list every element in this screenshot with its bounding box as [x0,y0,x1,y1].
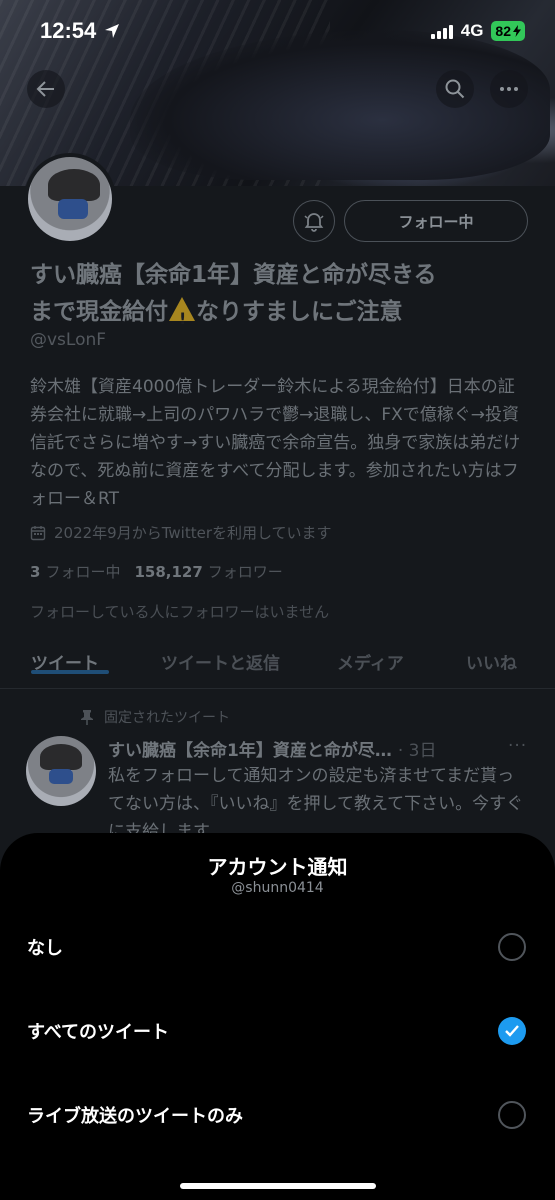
option-all-tweets[interactable]: すべてのツイート [0,1001,555,1061]
tweet-author[interactable]: すい臓癌【余命1年】資産と命が尽… [108,736,392,761]
signal-icon [430,23,453,39]
profile-tabs: ツイート ツイートと返信 メディア いいね [0,643,555,689]
screen: 12:54 4G 82 フォロー中 すい臓癌【余命1年】資産と命が尽きる まで現… [0,0,555,1200]
profile-handle: @vsLonF [30,330,107,350]
following-count: 3 [30,563,41,581]
tab-replies-label: ツイートと返信 [161,654,280,674]
warning-icon [169,297,195,337]
tweet-more-icon[interactable]: ··· [508,736,527,756]
joined-text: 2022年9月からTwitterを利用しています [54,524,332,542]
profile-name-line1: すい臓癌【余命1年】資産と命が尽きる [30,262,437,288]
location-arrow-icon [105,24,120,38]
no-mutual-followers: フォローしている人にフォロワーはいません [30,603,330,621]
more-dots-icon [500,87,518,91]
network-type: 4G [460,21,484,40]
charging-bolt-icon [513,25,521,37]
tab-media-label: メディア [337,654,404,674]
option-none[interactable]: なし [0,917,555,977]
search-button[interactable] [436,70,474,108]
status-time-group: 12:54 [40,18,120,44]
battery-level: 82 [495,23,511,39]
battery-icon: 82 [491,21,525,41]
follow-stats: 3 フォロー中 158,127 フォロワー [30,561,283,582]
tweet-avatar[interactable] [26,736,96,806]
bell-icon [304,213,324,232]
profile-name-line2b: なりすましにご注意 [196,299,403,325]
sheet-subtitle: @shunn0414 [231,880,324,896]
option-none-radio[interactable] [498,933,526,961]
following-button[interactable]: フォロー中 [344,200,528,242]
checkmark-icon [505,1025,519,1037]
option-live-only[interactable]: ライブ放送のツイートのみ [0,1085,555,1145]
joined-date: 2022年9月からTwitterを利用しています [30,522,332,543]
option-live-only-radio[interactable] [498,1101,526,1129]
option-all-tweets-label: すべてのツイート [27,1022,170,1043]
pinned-label-text: 固定されたツイート [104,710,230,726]
status-bar: 12:54 4G 82 [0,0,555,62]
tweet-avatar-mask [49,769,73,784]
pin-icon [81,710,93,725]
back-arrow-icon [36,81,54,97]
followers-label: フォロワー [207,563,283,581]
calendar-icon [30,525,46,540]
tweet-avatar-hair [40,744,82,770]
following-label: フォロー中 [45,563,121,581]
avatar-mask [58,199,88,219]
tab-likes[interactable]: いいね [466,643,517,674]
tweet-time: · 3日 [397,741,437,761]
notification-bell-button[interactable] [293,200,335,242]
tweet-header: すい臓癌【余命1年】資産と命が尽… · 3日 [108,736,528,761]
status-time: 12:54 [40,18,97,43]
profile-bio: 鈴木雄【資産4000億トレーダー鈴木による現金給付】日本の証券会社に就職→上司の… [30,377,521,509]
option-none-label: なし [27,938,63,959]
sheet-title: アカウント通知 [207,855,348,879]
pinned-tweet-label: 固定されたツイート [80,707,230,727]
profile-avatar[interactable] [24,153,116,245]
profile-name: すい臓癌【余命1年】資産と命が尽きる まで現金給付 なりすましにご注意 [30,257,540,337]
followers-count: 158,127 [134,563,203,581]
tab-replies[interactable]: ツイートと返信 [161,643,280,674]
home-indicator [180,1183,376,1189]
option-all-tweets-radio[interactable] [498,1017,526,1045]
status-right: 4G 82 [430,21,525,41]
more-options-button[interactable] [490,70,528,108]
active-tab-indicator [31,670,109,674]
tab-likes-label: いいね [466,654,517,674]
avatar-hair [48,169,100,201]
tab-tweets[interactable]: ツイート [31,643,109,674]
following-stat[interactable]: 3 フォロー中 [30,561,120,582]
tab-media[interactable]: メディア [337,643,404,674]
search-icon [445,79,465,99]
account-notifications-sheet: アカウント通知 @shunn0414 なし すべてのツイート ライブ放送のツイー… [0,833,555,1200]
profile-name-line2a: まで現金給付 [30,299,168,325]
back-button[interactable] [27,70,65,108]
followers-stat[interactable]: 158,127 フォロワー [134,561,282,582]
option-live-only-label: ライブ放送のツイートのみ [27,1106,243,1127]
